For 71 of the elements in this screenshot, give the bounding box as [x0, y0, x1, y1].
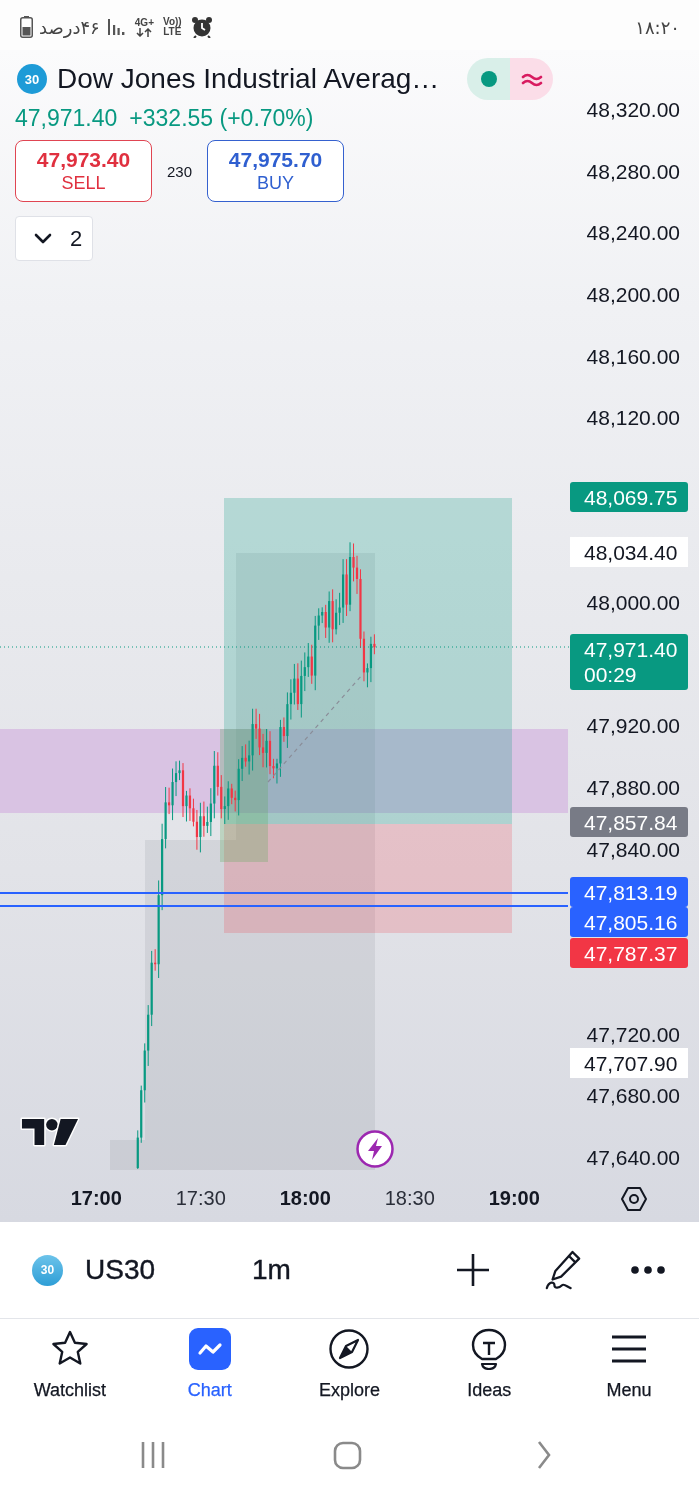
price-tag-value: 47,857.84: [584, 809, 678, 835]
spread-value: 230: [167, 162, 193, 180]
price-axis-label: 48,160.00: [586, 344, 681, 369]
pen-icon: [544, 1249, 582, 1291]
home-button[interactable]: [333, 1440, 362, 1470]
network-type-label: 4G+: [134, 17, 154, 28]
symbol-title: Dow Jones Industrial Averag…: [57, 63, 440, 95]
alarm-icon: [190, 16, 213, 38]
price-tag-value: 47,707.90: [584, 1050, 678, 1076]
volte-label: LTE: [163, 27, 182, 37]
status-dot-icon: [480, 71, 497, 87]
price-axis-label: 48,120.00: [586, 406, 681, 431]
time-axis-label: 19:00: [488, 1187, 540, 1210]
compass-icon: [328, 1328, 371, 1370]
last-price: 47,971.40: [15, 104, 118, 132]
time-axis-label: 18:00: [279, 1187, 331, 1210]
data-arrows-icon: [136, 27, 153, 37]
volte-label: Vo)): [163, 17, 182, 27]
price-tag-value: 47,813.19: [584, 879, 678, 905]
home-icon: [333, 1440, 362, 1470]
price-axis-label: 48,240.00: [586, 221, 681, 246]
clock-time: ۱۸:۲۰: [635, 16, 680, 38]
countdown-timer: 00:29: [584, 662, 637, 687]
sell-button[interactable]: 47,973.40 SELL: [15, 140, 152, 202]
time-axis-label: 17:00: [70, 1187, 122, 1210]
interval-button[interactable]: 1m: [252, 1254, 291, 1286]
price-axis-label: 47,720.00: [586, 1022, 681, 1047]
back-button[interactable]: [536, 1440, 552, 1470]
price-axis-label: 47,920.00: [586, 714, 681, 739]
nav-tab[interactable]: Ideas: [467, 1319, 512, 1400]
symbol-logo: 30: [32, 1254, 63, 1286]
lightning-icon[interactable]: [356, 1130, 394, 1168]
time-axis-label: 18:30: [384, 1187, 435, 1210]
price-axis-label: 47,640.00: [586, 1145, 681, 1170]
signal-icon: [107, 18, 126, 36]
time-axis-label: 17:30: [175, 1187, 226, 1210]
price-axis-label: 48,280.00: [586, 159, 681, 184]
more-icon: [630, 1265, 666, 1275]
nav-tab[interactable]: Explore: [318, 1319, 380, 1400]
battery-icon: [20, 16, 33, 38]
symbol-button[interactable]: US30: [85, 1254, 156, 1286]
data-status-button[interactable]: [510, 58, 553, 100]
back-icon: [536, 1440, 552, 1470]
settings-icon[interactable]: [620, 1184, 648, 1213]
price-tag-value: 48,069.75: [584, 484, 678, 510]
nav-tab[interactable]: Menu: [606, 1319, 652, 1400]
chevron-icon: [34, 233, 52, 244]
recent-apps-icon: [139, 1440, 167, 1470]
market-status-button[interactable]: [467, 58, 510, 100]
price-tag-value: 47,971.40: [584, 637, 678, 662]
price-change: +332.55 (+0.70%): [129, 104, 314, 132]
nav-tab[interactable]: Chart: [187, 1319, 232, 1400]
wavy-lines-icon: [520, 71, 543, 87]
price-axis-label: 47,840.00: [586, 837, 681, 862]
symbol-logo: 30: [17, 64, 47, 94]
price-axis-label: 47,680.00: [586, 1084, 681, 1109]
plus-icon: [456, 1253, 490, 1287]
price-axis-label: 48,320.00: [586, 98, 681, 122]
recent-apps-button[interactable]: [139, 1440, 167, 1470]
logo-icon: [20, 1115, 80, 1149]
price-tag-value: 47,805.16: [584, 909, 678, 935]
chart-icon: [188, 1328, 231, 1370]
price-axis-label: 47,880.00: [586, 776, 681, 801]
nav-tab[interactable]: Watchlist: [33, 1319, 107, 1400]
indicators-toggle[interactable]: 2: [15, 216, 93, 261]
price-tag-value: 48,034.40: [584, 539, 678, 565]
price-axis-label: 48,000.00: [586, 591, 681, 616]
buy-button[interactable]: 47,975.70 BUY: [207, 140, 345, 202]
price-axis-label: 48,200.00: [586, 282, 681, 307]
price-tag-value: 47,787.37: [584, 940, 678, 966]
battery-percent: ۴۶درصد: [39, 16, 100, 38]
